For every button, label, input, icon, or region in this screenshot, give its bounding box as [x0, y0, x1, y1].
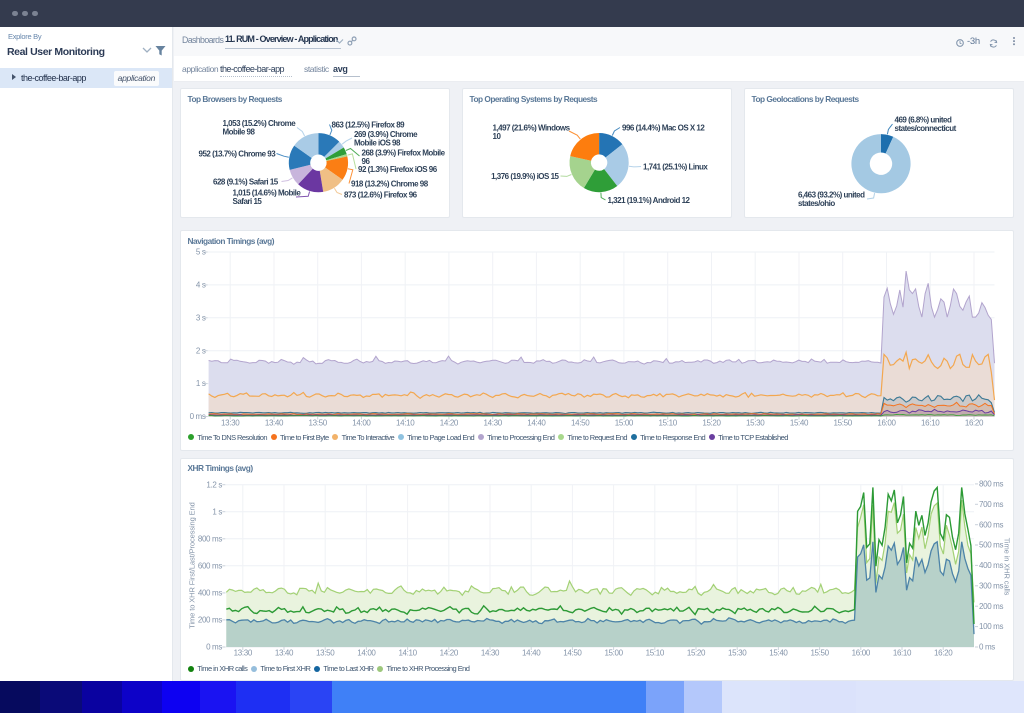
- svg-text:15:00: 15:00: [615, 418, 634, 427]
- svg-text:628 (9.1%) Safari 15: 628 (9.1%) Safari 15: [213, 177, 279, 186]
- svg-text:14:30: 14:30: [484, 418, 503, 427]
- svg-text:16:00: 16:00: [877, 418, 896, 427]
- svg-text:1,321 (19.1%) Android 12: 1,321 (19.1%) Android 12: [608, 196, 691, 205]
- svg-text:0 ms: 0 ms: [206, 642, 222, 651]
- svg-text:states/ohio: states/ohio: [798, 199, 835, 208]
- svg-text:Mobile iOS 98: Mobile iOS 98: [354, 139, 401, 148]
- svg-text:10: 10: [493, 132, 502, 141]
- svg-text:800 ms: 800 ms: [198, 534, 222, 543]
- svg-text:16:10: 16:10: [921, 418, 940, 427]
- svg-text:918 (13.2%) Chrome 98: 918 (13.2%) Chrome 98: [351, 179, 429, 188]
- svg-text:996 (14.4%) Mac OS X 12: 996 (14.4%) Mac OS X 12: [622, 123, 705, 132]
- svg-text:400 ms: 400 ms: [979, 561, 1003, 570]
- svg-text:14:20: 14:20: [440, 418, 459, 427]
- svg-text:500 ms: 500 ms: [979, 540, 1003, 549]
- svg-text:14:00: 14:00: [352, 418, 371, 427]
- svg-text:6,463 (93.2%) united: 6,463 (93.2%) united: [798, 190, 865, 199]
- svg-text:600 ms: 600 ms: [979, 520, 1003, 529]
- svg-text:700 ms: 700 ms: [979, 499, 1003, 508]
- svg-text:14:40: 14:40: [527, 418, 546, 427]
- svg-text:15:30: 15:30: [746, 418, 765, 427]
- svg-text:3 s: 3 s: [196, 313, 206, 322]
- svg-text:269 (3.9%) Chrome: 269 (3.9%) Chrome: [354, 130, 418, 139]
- svg-text:1,053 (15.2%) Chrome: 1,053 (15.2%) Chrome: [223, 119, 297, 128]
- svg-text:1.2 s: 1.2 s: [206, 480, 222, 489]
- svg-text:952 (13.7%) Chrome 93: 952 (13.7%) Chrome 93: [199, 149, 277, 158]
- svg-text:800 ms: 800 ms: [979, 479, 1003, 488]
- svg-text:13:30: 13:30: [221, 418, 240, 427]
- svg-text:1,741 (25.1%) Linux: 1,741 (25.1%) Linux: [643, 162, 708, 171]
- svg-text:2 s: 2 s: [196, 346, 206, 355]
- svg-text:92 (1.3%) Firefox iOS 96: 92 (1.3%) Firefox iOS 96: [358, 165, 438, 174]
- svg-text:200 ms: 200 ms: [979, 601, 1003, 610]
- svg-text:15:50: 15:50: [834, 418, 853, 427]
- svg-text:1,015 (14.6%) Mobile: 1,015 (14.6%) Mobile: [233, 188, 302, 197]
- svg-text:Safari 15: Safari 15: [233, 197, 263, 206]
- svg-text:873 (12.6%) Firefox 96: 873 (12.6%) Firefox 96: [344, 190, 418, 199]
- svg-text:469 (6.8%) united: 469 (6.8%) united: [895, 115, 952, 124]
- svg-text:Mobile 98: Mobile 98: [223, 128, 256, 137]
- svg-text:100 ms: 100 ms: [979, 622, 1003, 631]
- svg-text:268 (3.9%) Firefox Mobile: 268 (3.9%) Firefox Mobile: [362, 148, 446, 157]
- svg-text:16:20: 16:20: [965, 418, 984, 427]
- svg-text:13:40: 13:40: [265, 418, 284, 427]
- svg-text:4 s: 4 s: [196, 281, 206, 290]
- svg-text:1,497 (21.6%) Windows: 1,497 (21.6%) Windows: [493, 123, 571, 132]
- svg-text:13:50: 13:50: [309, 418, 328, 427]
- svg-text:states/connecticut: states/connecticut: [895, 124, 957, 133]
- svg-text:0 ms: 0 ms: [190, 412, 206, 421]
- svg-text:15:40: 15:40: [790, 418, 809, 427]
- svg-text:5 s: 5 s: [196, 248, 206, 257]
- svg-text:200 ms: 200 ms: [198, 615, 222, 624]
- svg-text:600 ms: 600 ms: [198, 561, 222, 570]
- svg-text:300 ms: 300 ms: [979, 581, 1003, 590]
- svg-text:1 s: 1 s: [196, 379, 206, 388]
- svg-text:14:10: 14:10: [396, 418, 415, 427]
- svg-text:14:50: 14:50: [571, 418, 590, 427]
- svg-text:15:10: 15:10: [659, 418, 678, 427]
- svg-text:1,376 (19.9%) iOS 15: 1,376 (19.9%) iOS 15: [491, 172, 559, 181]
- svg-text:863 (12.5%) Firefox 89: 863 (12.5%) Firefox 89: [332, 120, 406, 129]
- svg-text:1 s: 1 s: [212, 507, 222, 516]
- svg-text:400 ms: 400 ms: [198, 588, 222, 597]
- svg-text:15:20: 15:20: [702, 418, 721, 427]
- svg-text:0 ms: 0 ms: [979, 642, 995, 651]
